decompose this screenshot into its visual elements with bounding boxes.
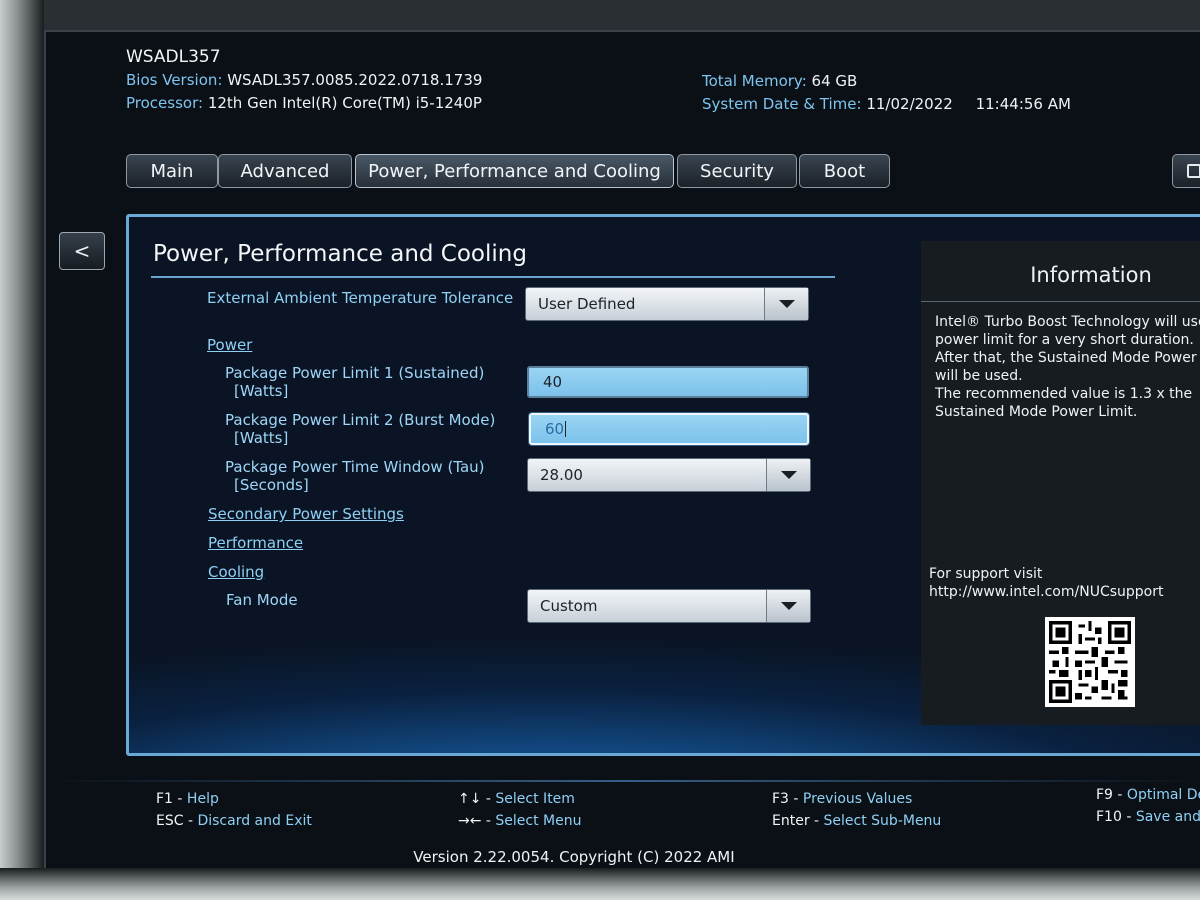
chevron-down-icon[interactable] [766,590,810,622]
text-caret [565,421,567,437]
tab-power-performance-cooling[interactable]: Power, Performance and Cooling [355,154,674,188]
ppl1-label-text: Package Power Limit 1 (Sustained) [225,364,485,382]
cooling-link[interactable]: Cooling [208,563,264,581]
f3-key: F3 [772,791,789,807]
f1-key: F1 [156,791,173,807]
optimal-defaults-label: Optimal Def [1126,787,1200,803]
tau-value: 28.00 [540,466,583,484]
tau-dropdown[interactable]: 28.00 [527,458,811,492]
bios-version-row: Bios Version: WSADL357.0085.2022.0718.17… [126,69,482,92]
monitor-bezel-bottom [0,868,1200,900]
bios-version-value: WSADL357.0085.2022.0718.1739 [227,71,483,89]
datetime-row: System Date & Time: 11/02/2022 11:44:56 … [702,93,1071,116]
tab-main[interactable]: Main [126,154,218,188]
fan-mode-dropdown[interactable]: Custom [527,589,811,623]
ppl1-label: Package Power Limit 1 (Sustained) [Watts… [225,364,484,400]
enter-key: Enter [772,813,810,829]
f9-key: F9 [1096,787,1113,803]
power-link[interactable]: Power [207,336,252,354]
ppl1-input[interactable]: 40 [527,366,809,398]
time-value[interactable]: 11:44:56 AM [976,95,1071,113]
monitor-bezel-left [0,0,44,900]
f1-help-label: Help [186,791,219,807]
previous-values-label: Previous Values [802,791,913,807]
information-divider [921,301,1200,302]
footer-col-1: F1 - Help ESC - Discard and Exit [156,791,312,829]
panel-title: Power, Performance and Cooling [153,241,527,267]
footer-divider [46,780,1200,782]
ppl2-input[interactable]: 60 [529,413,809,445]
system-info-right: Total Memory: 64 GB System Date & Time: … [702,70,1071,116]
ambient-tolerance-dropdown[interactable]: User Defined [525,287,809,321]
tau-label: Package Power Time Window (Tau) [Seconds… [225,458,485,494]
information-pane: Information Intel® Turbo Boost Technolog… [921,241,1200,725]
support-text: For support visit http://www.intel.com/N… [929,565,1163,601]
arrow-updown-icon: ↑↓ [458,791,482,807]
select-menu-label: Select Menu [495,813,582,829]
settings-panel: Power, Performance and Cooling External … [126,214,1200,756]
back-button[interactable]: < [59,232,105,270]
fan-mode-value: Custom [540,597,598,615]
processor-label: Processor: [126,94,204,112]
footer-col-2: ↑↓ - Select Item →← - Select Menu [458,791,582,829]
system-info-left: WSADL357 Bios Version: WSADL357.0085.202… [126,46,482,115]
memory-row: Total Memory: 64 GB [702,70,1071,93]
tau-label-text: Package Power Time Window (Tau) [225,458,485,476]
tau-unit: [Seconds] [234,476,309,494]
exit-icon [1187,164,1200,178]
information-text: Intel® Turbo Boost Technology will use p… [935,314,1200,420]
esc-key: ESC [156,813,184,829]
fan-mode-label: Fan Mode [226,591,298,609]
footer-help-bar: F1 - Help ESC - Discard and Exit ↑↓ - Se… [46,780,1200,870]
memory-label: Total Memory: [702,72,807,90]
date-value[interactable]: 11/02/2022 [866,95,952,113]
esc-label: Discard and Exit [197,813,312,829]
memory-value: 64 GB [811,72,858,90]
tab-security[interactable]: Security [677,154,797,188]
processor-row: Processor: 12th Gen Intel(R) Core(TM) i5… [126,92,482,115]
version-copyright: Version 2.22.0054. Copyright (C) 2022 AM… [413,848,735,866]
ppl1-unit: [Watts] [234,382,289,400]
footer-col-3: F3 - Previous Values Enter - Select Sub-… [772,791,942,829]
ppl2-label-text: Package Power Limit 2 (Burst Mode) [225,411,496,429]
chevron-down-icon[interactable] [766,459,810,491]
processor-value: 12th Gen Intel(R) Core(TM) i5-1240P [207,94,482,112]
ppl2-value: 60 [545,420,565,438]
tab-advanced[interactable]: Advanced [218,154,352,188]
ambient-tolerance-value: User Defined [538,295,636,313]
secondary-power-settings-link[interactable]: Secondary Power Settings [208,505,404,523]
save-exit-label: Save and E [1135,809,1200,825]
ppl2-label: Package Power Limit 2 (Burst Mode) [Watt… [225,411,495,447]
bios-screen: WSADL357 Bios Version: WSADL357.0085.202… [44,30,1200,870]
footer-col-4: F9 - Optimal Def F10 - Save and E [1096,784,1200,828]
chevron-down-icon[interactable] [764,288,808,320]
information-title: Information [1030,263,1152,287]
select-item-label: Select Item [495,791,575,807]
arrow-leftright-icon: →← [458,813,482,829]
bios-version-label: Bios Version: [126,71,223,89]
ambient-tolerance-label: External Ambient Temperature Tolerance [207,289,514,307]
tab-boot[interactable]: Boot [799,154,890,188]
support-line: For support visit [929,566,1043,582]
datetime-label: System Date & Time: [702,95,862,113]
performance-link[interactable]: Performance [208,534,303,552]
f10-key: F10 [1096,809,1122,825]
title-divider [151,276,835,278]
select-submenu-label: Select Sub-Menu [823,813,942,829]
qr-code-icon [1045,617,1135,707]
hostname: WSADL357 [126,47,221,67]
ppl2-unit: [Watts] [234,429,289,447]
tab-exit-partial[interactable] [1172,154,1200,188]
support-url: http://www.intel.com/NUCsupport [929,584,1164,600]
